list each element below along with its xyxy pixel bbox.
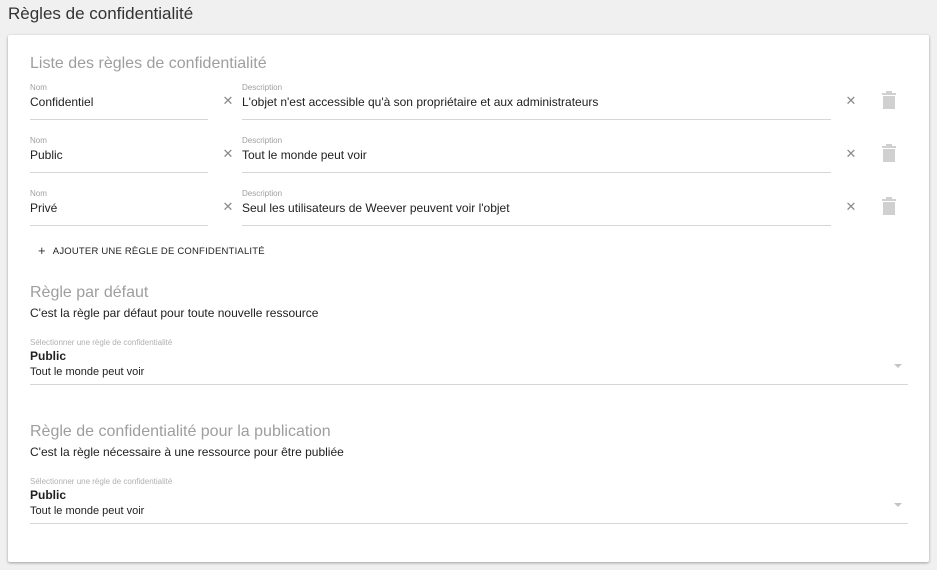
- default-rule-title: Règle par défaut: [30, 284, 149, 301]
- add-rule-label: AJOUTER UNE RÈGLE DE CONFIDENTIALITÉ: [52, 245, 265, 257]
- rule-description-label: Description: [242, 83, 283, 92]
- default-rule-description: C'est la règle par défaut pour toute nou…: [30, 306, 319, 320]
- selected-rule-description: Tout le monde peut voir: [30, 366, 145, 378]
- rule-description-label: Description: [242, 136, 283, 145]
- selected-rule-description: Tout le monde peut voir: [30, 505, 145, 517]
- rules-list-title: Liste des règles de confidentialité: [30, 55, 267, 72]
- clear-name-icon[interactable]: ✕: [222, 200, 234, 213]
- clear-name-icon[interactable]: ✕: [222, 94, 234, 107]
- clear-description-icon[interactable]: ✕: [845, 200, 857, 213]
- rule-description-field[interactable]: Description Seul les utilisateurs de Wee…: [242, 189, 831, 226]
- select-label: Sélectionner une règle de confidentialit…: [30, 338, 173, 347]
- clear-description-icon[interactable]: ✕: [845, 147, 857, 160]
- rule-name-field[interactable]: Nom Public: [30, 136, 208, 173]
- page-title: Règles de confidentialité: [8, 4, 194, 23]
- rule-name-label: Nom: [30, 83, 47, 92]
- rule-name-value: Privé: [30, 201, 58, 215]
- publication-rule-description: C'est la règle nécessaire à une ressourc…: [30, 445, 344, 459]
- rule-row: Nom Confidentiel ✕ Description L'objet n…: [30, 83, 910, 123]
- publication-rule-select[interactable]: Sélectionner une règle de confidentialit…: [30, 477, 908, 524]
- rule-row: Nom Public ✕ Description Tout le monde p…: [30, 136, 910, 176]
- rule-description-value: Seul les utilisateurs de Weever peuvent …: [242, 201, 510, 215]
- rule-name-value: Confidentiel: [30, 95, 94, 109]
- rule-name-value: Public: [30, 148, 63, 162]
- publication-rule-title: Règle de confidentialité pour la publica…: [30, 423, 331, 440]
- rule-name-field[interactable]: Nom Confidentiel: [30, 83, 208, 120]
- rule-name-label: Nom: [30, 189, 47, 198]
- rule-name-label: Nom: [30, 136, 47, 145]
- rule-name-field[interactable]: Nom Privé: [30, 189, 208, 226]
- clear-name-icon[interactable]: ✕: [222, 147, 234, 160]
- rule-description-value: Tout le monde peut voir: [242, 148, 367, 162]
- add-rule-button[interactable]: + AJOUTER UNE RÈGLE DE CONFIDENTIALITÉ: [38, 242, 265, 260]
- trash-icon[interactable]: [881, 197, 897, 215]
- selected-rule-name: Public: [30, 488, 67, 502]
- rule-row: Nom Privé ✕ Description Seul les utilisa…: [30, 189, 910, 229]
- clear-description-icon[interactable]: ✕: [845, 94, 857, 107]
- rule-description-field[interactable]: Description L'objet n'est accessible qu'…: [242, 83, 831, 120]
- rule-description-value: L'objet n'est accessible qu'à son propri…: [242, 95, 599, 109]
- selected-rule-name: Public: [30, 349, 67, 363]
- default-rule-select[interactable]: Sélectionner une règle de confidentialit…: [30, 338, 908, 385]
- rule-description-field[interactable]: Description Tout le monde peut voir: [242, 136, 831, 173]
- dropdown-arrow-icon[interactable]: [894, 364, 902, 368]
- plus-icon: +: [38, 243, 46, 258]
- privacy-rules-card: Liste des règles de confidentialité Nom …: [8, 35, 929, 562]
- trash-icon[interactable]: [881, 91, 897, 109]
- trash-icon[interactable]: [881, 144, 897, 162]
- dropdown-arrow-icon[interactable]: [894, 503, 902, 507]
- select-label: Sélectionner une règle de confidentialit…: [30, 477, 173, 486]
- rule-description-label: Description: [242, 189, 283, 198]
